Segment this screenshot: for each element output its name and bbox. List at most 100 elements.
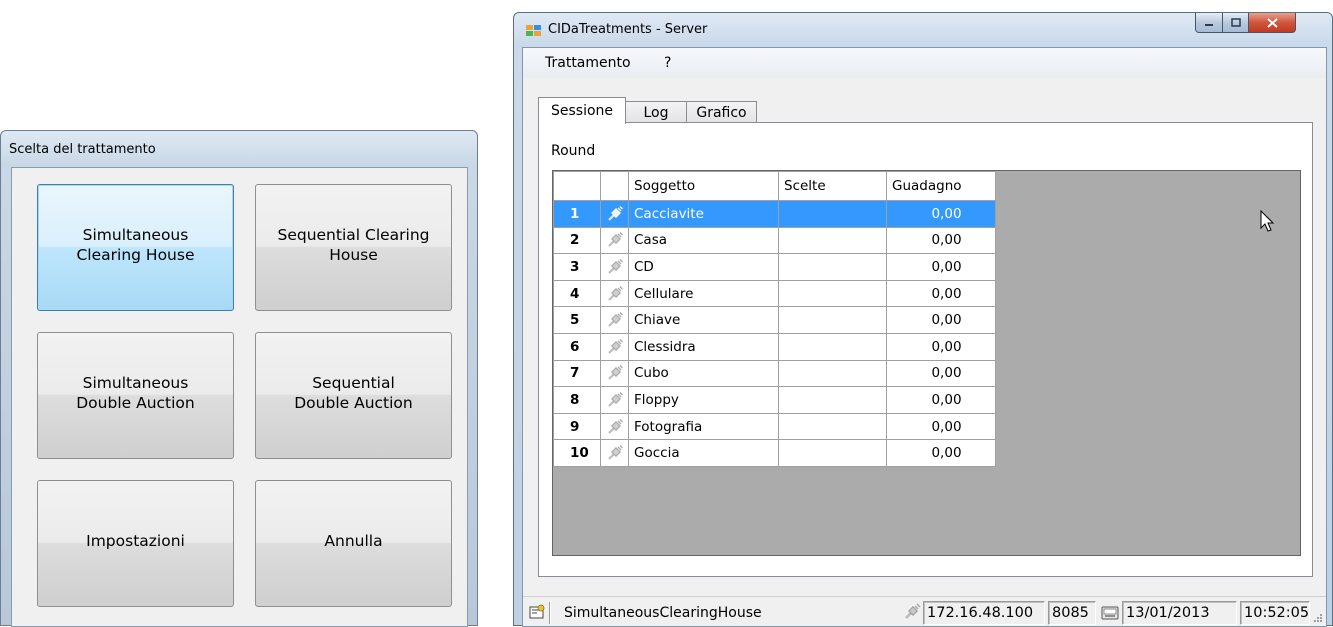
resize-grip-icon[interactable] [1313, 613, 1323, 623]
row-header-corner [553, 171, 601, 201]
round-label: Round [551, 143, 596, 159]
table-row[interactable]: 3 CD 0,00 [553, 253, 996, 281]
row-icon-cell [600, 412, 629, 441]
column-header-scelte[interactable]: Scelte [778, 171, 887, 201]
row-number: 1 [553, 200, 601, 228]
menu-trattamento[interactable]: Trattamento [545, 55, 631, 71]
row-icon-cell [600, 279, 629, 308]
table-row[interactable]: 2 Casa 0,00 [553, 226, 996, 255]
cell-guadagno[interactable]: 0,00 [886, 412, 996, 441]
cell-scelte[interactable] [778, 226, 887, 255]
icon-column-header [600, 171, 629, 201]
subjects-grid[interactable]: Soggetto Scelte Guadagno 1 Cacciavite 0,0… [552, 170, 1301, 556]
table-header-row: Soggetto Scelte Guadagno [553, 171, 996, 201]
cell-guadagno[interactable]: 0,00 [886, 253, 996, 281]
impostazioni-button[interactable]: Impostazioni [37, 480, 234, 607]
maximize-button[interactable] [1222, 13, 1249, 33]
keyboard-icon [1101, 606, 1119, 620]
cell-scelte[interactable] [778, 253, 887, 281]
subject-plug-icon [607, 445, 623, 460]
cell-guadagno[interactable]: 0,00 [886, 332, 996, 361]
treatment-status-icon [529, 604, 545, 619]
table-row[interactable]: 4 Cellulare 0,00 [553, 279, 996, 308]
row-icon-cell [600, 306, 629, 334]
cell-soggetto[interactable]: Fotografia [628, 412, 779, 441]
cell-soggetto[interactable]: Casa [628, 226, 779, 255]
close-icon [1266, 17, 1278, 28]
subject-plug-icon [607, 365, 623, 381]
annulla-button[interactable]: Annulla [255, 480, 452, 607]
cell-soggetto[interactable]: Clessidra [628, 332, 779, 361]
cell-soggetto[interactable]: Floppy [628, 386, 779, 414]
table-row[interactable]: 7 Cubo 0,00 [553, 359, 996, 388]
maximize-icon [1230, 18, 1241, 27]
minimize-button[interactable] [1195, 13, 1223, 33]
subject-plug-icon [607, 391, 623, 407]
subject-plug-icon [607, 285, 623, 301]
table-row[interactable]: 1 Cacciavite 0,00 [553, 200, 996, 228]
cell-scelte[interactable] [778, 386, 887, 414]
subject-plug-icon [607, 205, 623, 221]
tab-grafico[interactable]: Grafico [686, 101, 757, 123]
row-icon-cell [600, 226, 629, 255]
status-separator [549, 602, 551, 624]
cell-guadagno[interactable]: 0,00 [886, 226, 996, 255]
row-number: 5 [553, 306, 601, 334]
simultaneous-clearing-house-button[interactable]: Simultaneous Clearing House [37, 184, 234, 311]
cell-soggetto[interactable]: Chiave [628, 306, 779, 334]
menu-bar: Trattamento ? [523, 48, 1326, 78]
subject-plug-icon [607, 312, 623, 327]
cell-soggetto[interactable]: CD [628, 253, 779, 281]
subject-plug-icon [607, 418, 623, 434]
tab-log[interactable]: Log [625, 101, 687, 123]
dialog-title: Scelta del trattamento [9, 142, 156, 157]
cell-guadagno[interactable]: 0,00 [886, 306, 996, 334]
sequential-double-auction-button[interactable]: Sequential Double Auction [255, 332, 452, 459]
cell-soggetto[interactable]: Cellulare [628, 279, 779, 308]
cell-scelte[interactable] [778, 332, 887, 361]
simultaneous-double-auction-button[interactable]: Simultaneous Double Auction [37, 332, 234, 459]
status-ip-address: 172.16.48.100 [923, 601, 1045, 625]
row-number: 7 [553, 359, 601, 388]
server-window: CIDaTreatments - Server Trattamento ? Se… [513, 12, 1333, 627]
row-icon-cell [600, 359, 629, 388]
table-row[interactable]: 9 Fotografia 0,00 [553, 412, 996, 441]
status-date: 13/01/2013 [1122, 601, 1237, 625]
cell-guadagno[interactable]: 0,00 [886, 279, 996, 308]
window-client-area: Trattamento ? Sessione Log Grafico Round… [522, 47, 1327, 627]
cell-guadagno[interactable]: 0,00 [886, 200, 996, 228]
column-header-guadagno[interactable]: Guadagno [886, 171, 996, 201]
tab-sessione[interactable]: Sessione [538, 97, 626, 124]
close-button[interactable] [1248, 13, 1296, 33]
menu-help[interactable]: ? [664, 55, 671, 71]
table-row[interactable]: 6 Clessidra 0,00 [553, 332, 996, 361]
sequential-clearing-house-button[interactable]: Sequential Clearing House [255, 184, 452, 311]
cell-guadagno[interactable]: 0,00 [886, 386, 996, 414]
app-icon [526, 25, 542, 37]
row-icon-cell [600, 253, 629, 281]
subject-plug-icon [607, 338, 623, 354]
treatment-choice-dialog: Scelta del trattamento Simultaneous Clea… [0, 130, 478, 627]
row-number: 4 [553, 279, 601, 308]
cell-scelte[interactable] [778, 200, 887, 228]
subject-plug-icon [607, 232, 623, 248]
row-number: 10 [553, 439, 601, 467]
row-icon-cell [600, 200, 629, 228]
row-number: 6 [553, 332, 601, 361]
table-row[interactable]: 8 Floppy 0,00 [553, 386, 996, 414]
cell-guadagno[interactable]: 0,00 [886, 359, 996, 388]
cell-soggetto[interactable]: Cubo [628, 359, 779, 388]
cell-guadagno[interactable]: 0,00 [886, 439, 996, 467]
table-row[interactable]: 10 Goccia 0,00 [553, 439, 996, 467]
sessione-tab-page: Round Soggetto Scelte Guadagno 1 Cacciav… [538, 122, 1313, 577]
row-number: 2 [553, 226, 601, 255]
cell-scelte[interactable] [778, 279, 887, 308]
cell-scelte[interactable] [778, 306, 887, 334]
cell-scelte[interactable] [778, 359, 887, 388]
table-row[interactable]: 5 Chiave 0,00 [553, 306, 996, 334]
cell-soggetto[interactable]: Goccia [628, 439, 779, 467]
cell-scelte[interactable] [778, 412, 887, 441]
cell-soggetto[interactable]: Cacciavite [628, 200, 779, 228]
cell-scelte[interactable] [778, 439, 887, 467]
column-header-soggetto[interactable]: Soggetto [628, 171, 779, 201]
